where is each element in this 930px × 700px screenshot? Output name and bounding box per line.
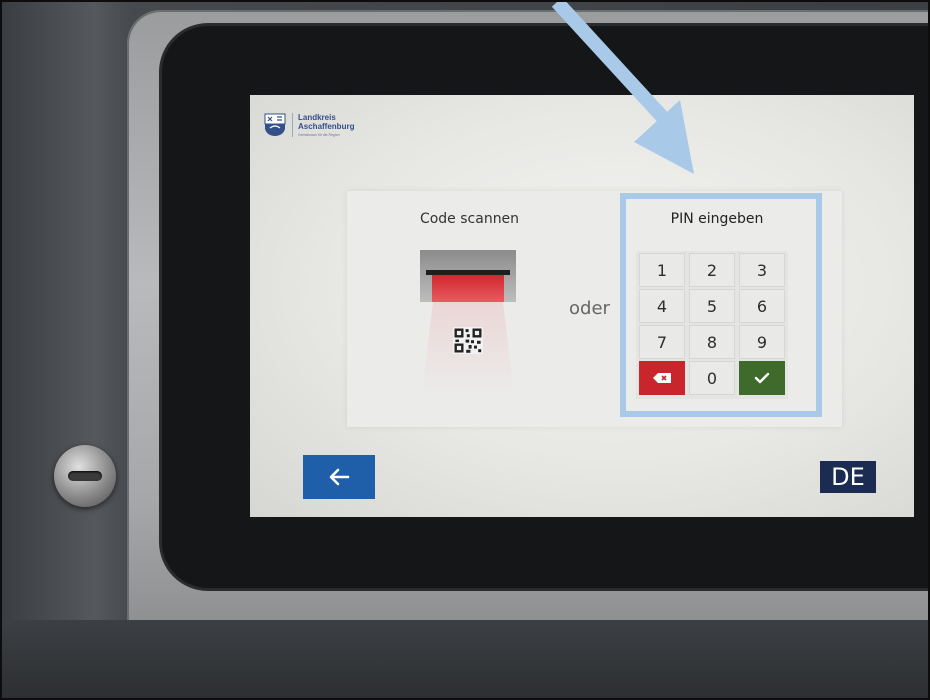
scanner-illustration (420, 250, 516, 302)
qr-code-icon (453, 327, 483, 354)
logo-subtitle: Gemeinsam für die Region (298, 133, 340, 137)
pointer-arrow-icon (551, 2, 694, 174)
logo-title: Landkreis Aschaffenburg (298, 113, 355, 131)
kiosk-lower-panel (2, 620, 928, 698)
pin-highlight-frame (620, 193, 822, 417)
or-separator: oder (569, 298, 610, 319)
language-button[interactable]: DE (820, 461, 876, 493)
back-button[interactable] (303, 455, 375, 499)
coat-of-arms-icon (264, 113, 286, 136)
scan-code-title: Code scannen (419, 211, 520, 227)
lock-cylinder (54, 445, 116, 507)
arrow-left-icon (329, 468, 350, 486)
photo-frame: Landkreis Aschaffenburg Gemeinsam für di… (0, 0, 930, 700)
district-logo: Landkreis Aschaffenburg Gemeinsam für di… (264, 113, 354, 137)
lock-keyhole (68, 471, 102, 481)
scanner-beam (432, 275, 504, 302)
